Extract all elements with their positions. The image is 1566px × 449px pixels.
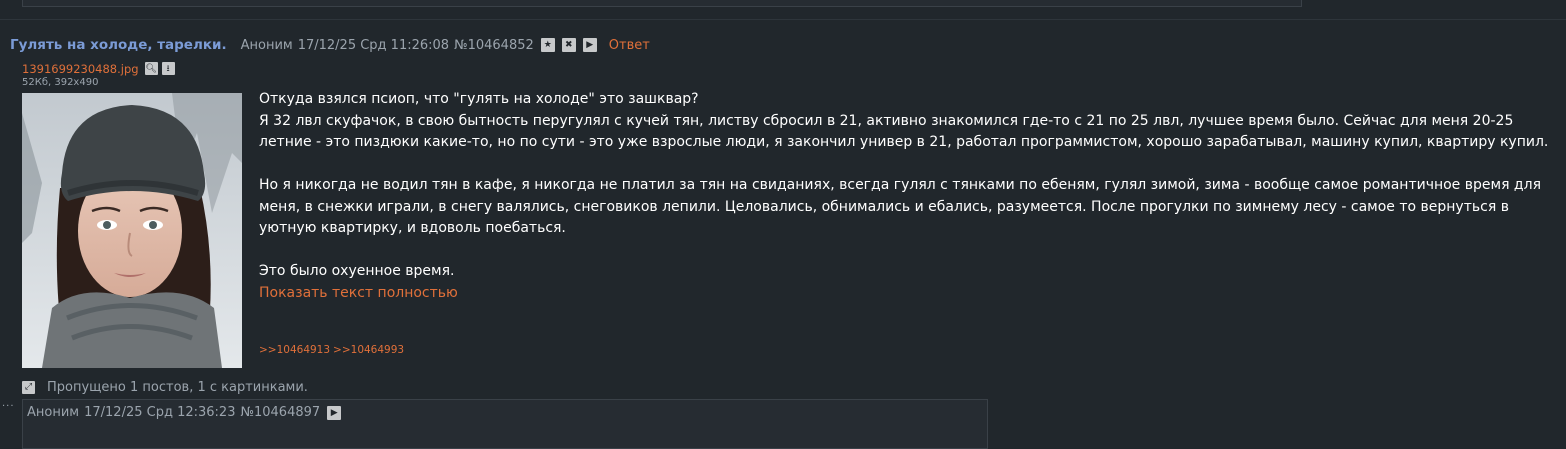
post-dots: ··· [2, 401, 15, 412]
play-icon[interactable]: ▶ [327, 405, 342, 420]
reply-link[interactable]: Ответ [609, 38, 650, 53]
post-author: Аноним [27, 405, 80, 420]
post-author: Аноним [240, 37, 293, 53]
previous-post-box [22, 0, 1302, 7]
divider [0, 19, 1566, 20]
post-text-paragraph: Я 32 лвл скуфачок, в свою бытность перуг… [259, 112, 1549, 151]
post-datetime: 17/12/25 Срд 12:36:23 [84, 405, 236, 420]
show-full-text-link[interactable]: Показать текст полностью [259, 283, 1549, 305]
download-icon[interactable]: ⭳ [161, 62, 175, 75]
expand-icon[interactable]: ⤢ [22, 380, 35, 394]
thread-subject: Гулять на холоде, тарелки. [10, 37, 227, 53]
search-icon[interactable]: 🔍︎ [144, 62, 158, 75]
skipped-posts: ⤢ Пропущено 1 постов, 1 с картинками. [22, 379, 308, 395]
post-text-line: Откуда взялся псиоп, что "гулять на холо… [259, 91, 699, 107]
close-icon[interactable]: ✖ [561, 38, 576, 52]
reply-post-header: Аноним 17/12/25 Срд 12:36:23 №10464897 ▶ [27, 405, 342, 420]
reply-refs: >>10464913 >>10464993 [259, 344, 407, 356]
post-datetime: 17/12/25 Срд 11:26:08 [297, 37, 450, 53]
post-body: Откуда взялся псиоп, что "гулять на холо… [259, 89, 1549, 304]
reply-ref-link[interactable]: >>10464913 [259, 344, 330, 356]
thread-header: Гулять на холоде, тарелки. Аноним 17/12/… [10, 36, 650, 54]
file-name-link[interactable]: 1391699230488.jpg [22, 62, 139, 76]
post-text-paragraph: Но я никогда не водил тян в кафе, я нико… [259, 177, 1541, 236]
post-number[interactable]: №10464897 [240, 405, 320, 420]
play-icon[interactable]: ▶ [582, 38, 597, 52]
post-text-paragraph: Это было охуенное время. [259, 263, 455, 279]
reply-ref-link[interactable]: >>10464993 [333, 344, 404, 356]
star-icon[interactable]: ★ [540, 38, 555, 52]
post-image[interactable] [22, 93, 242, 368]
skipped-posts-text: Пропущено 1 постов, 1 с картинками. [47, 379, 308, 395]
post-number[interactable]: №10464852 [454, 38, 534, 53]
file-info: 1391699230488.jpg 🔍︎ ⭳ 52Кб, 392x490 [22, 61, 175, 88]
file-meta: 52Кб, 392x490 [22, 77, 99, 88]
reply-post: Аноним 17/12/25 Срд 12:36:23 №10464897 ▶ [22, 399, 988, 449]
